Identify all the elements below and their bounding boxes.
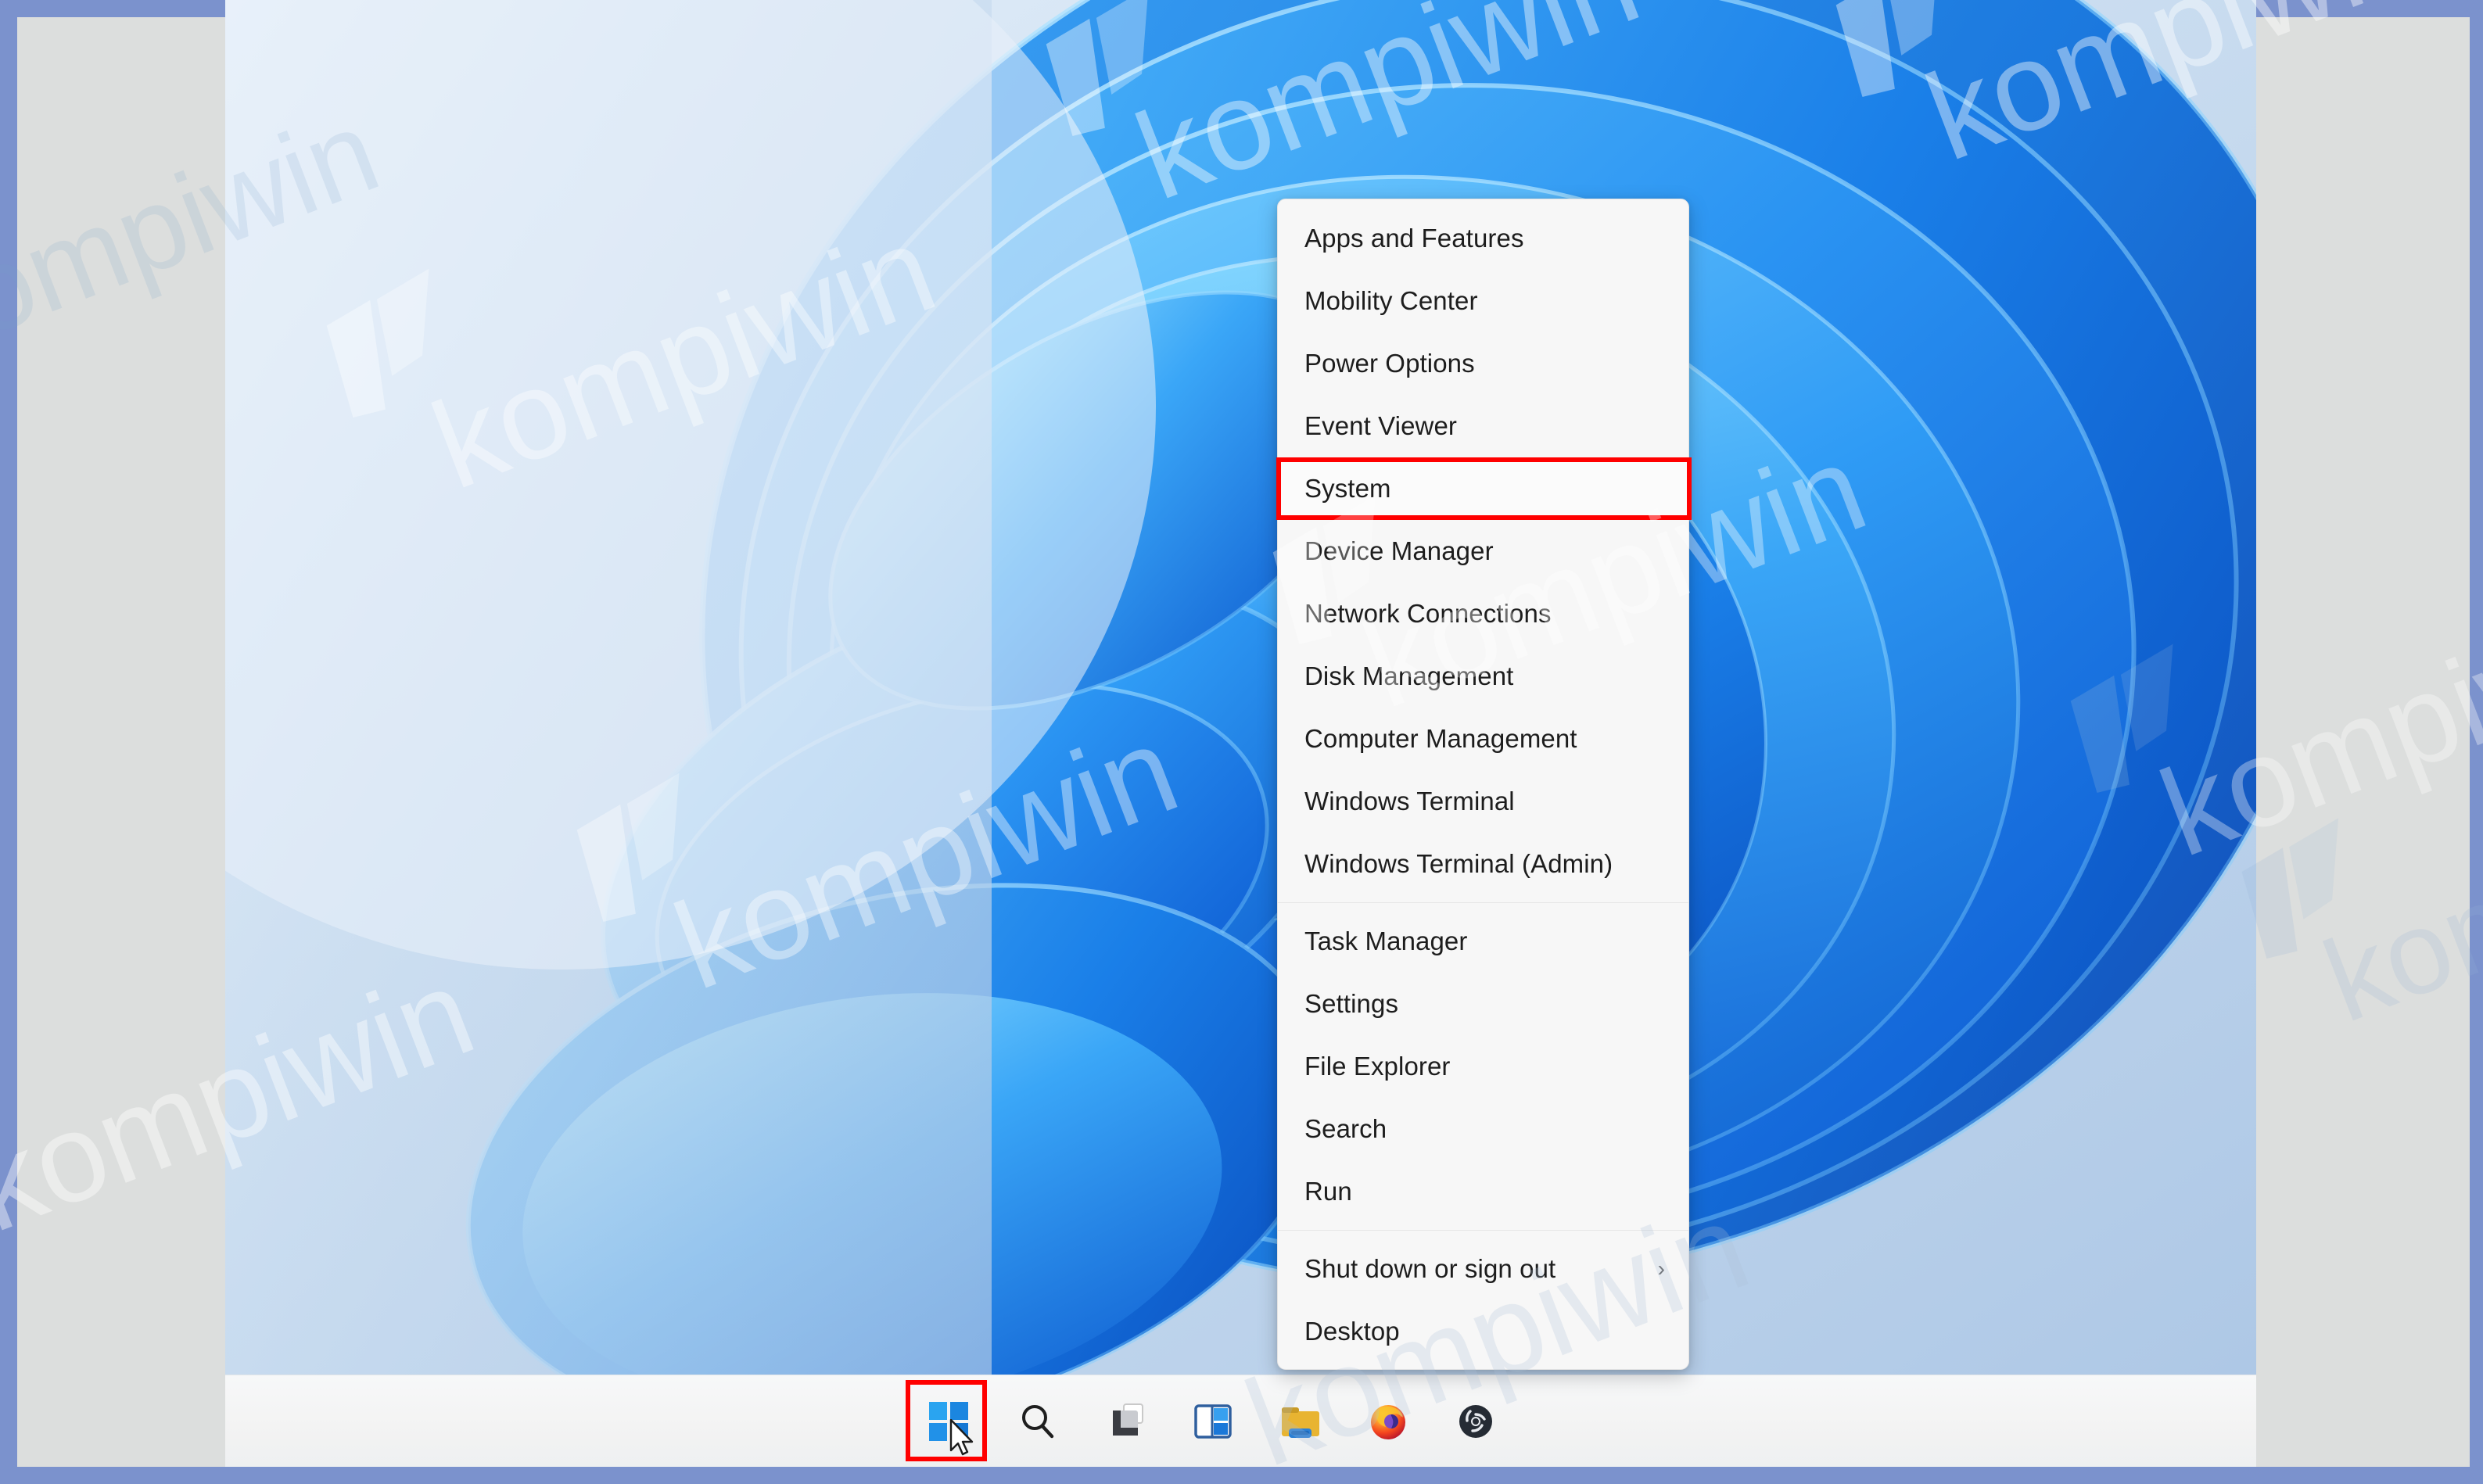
menu-item-label: Task Manager bbox=[1304, 927, 1668, 956]
taskbar bbox=[225, 1375, 2256, 1467]
menu-item-label: System bbox=[1304, 474, 1668, 504]
taskbar-item-search[interactable] bbox=[1006, 1389, 1070, 1454]
desktop-wallpaper bbox=[225, 0, 2256, 1375]
taskbar-item-task-view[interactable] bbox=[1093, 1389, 1157, 1454]
taskbar-item-start[interactable] bbox=[915, 1388, 982, 1455]
menu-item-label: Windows Terminal bbox=[1304, 787, 1668, 816]
menu-item-computer-management[interactable]: Computer Management bbox=[1278, 708, 1688, 770]
menu-separator bbox=[1278, 1230, 1688, 1231]
taskbar-item-widgets[interactable] bbox=[1181, 1389, 1245, 1454]
menu-item-file-explorer[interactable]: File Explorer bbox=[1278, 1035, 1688, 1098]
bloom-wallpaper-art bbox=[225, 0, 2256, 1375]
menu-item-disk-management[interactable]: Disk Management bbox=[1278, 645, 1688, 708]
menu-item-device-manager[interactable]: Device Manager bbox=[1278, 520, 1688, 582]
menu-item-label: Search bbox=[1304, 1114, 1668, 1144]
menu-item-label: Computer Management bbox=[1304, 724, 1668, 754]
menu-item-event-viewer[interactable]: Event Viewer bbox=[1278, 395, 1688, 457]
menu-item-label: Windows Terminal (Admin) bbox=[1304, 849, 1668, 879]
menu-item-label: Device Manager bbox=[1304, 536, 1668, 566]
menu-item-shut-down-or-sign-out[interactable]: Shut down or sign out › bbox=[1278, 1238, 1688, 1300]
menu-item-system[interactable]: System bbox=[1278, 457, 1688, 520]
widgets-icon bbox=[1192, 1400, 1234, 1443]
menu-item-label: Settings bbox=[1304, 989, 1668, 1019]
menu-item-label: Desktop bbox=[1304, 1317, 1668, 1346]
taskbar-icon-group bbox=[915, 1388, 1508, 1455]
menu-item-label: Mobility Center bbox=[1304, 286, 1668, 316]
menu-item-power-options[interactable]: Power Options bbox=[1278, 332, 1688, 395]
menu-item-search[interactable]: Search bbox=[1278, 1098, 1688, 1160]
menu-item-apps-and-features[interactable]: Apps and Features bbox=[1278, 207, 1688, 270]
menu-item-network-connections[interactable]: Network Connections bbox=[1278, 582, 1688, 645]
menu-item-label: Run bbox=[1304, 1177, 1668, 1206]
taskbar-item-file-explorer[interactable] bbox=[1268, 1389, 1333, 1454]
task-view-icon bbox=[1105, 1401, 1146, 1442]
firefox-icon bbox=[1367, 1400, 1409, 1443]
menu-item-label: Power Options bbox=[1304, 349, 1668, 378]
menu-item-run[interactable]: Run bbox=[1278, 1160, 1688, 1223]
menu-item-label: Network Connections bbox=[1304, 599, 1668, 629]
windows-start-icon bbox=[929, 1402, 968, 1441]
menu-item-desktop[interactable]: Desktop bbox=[1278, 1300, 1688, 1363]
menu-separator bbox=[1278, 902, 1688, 903]
menu-item-label: Apps and Features bbox=[1304, 224, 1668, 253]
menu-item-windows-terminal[interactable]: Windows Terminal bbox=[1278, 770, 1688, 833]
menu-item-windows-terminal-admin[interactable]: Windows Terminal (Admin) bbox=[1278, 833, 1688, 895]
menu-item-label: File Explorer bbox=[1304, 1052, 1668, 1081]
menu-bottom-padding bbox=[1278, 1363, 1688, 1369]
outer-frame: Apps and Features Mobility Center Power … bbox=[0, 0, 2483, 1484]
menu-item-mobility-center[interactable]: Mobility Center bbox=[1278, 270, 1688, 332]
desktop-screen: Apps and Features Mobility Center Power … bbox=[225, 0, 2256, 1467]
taskbar-item-firefox[interactable] bbox=[1356, 1389, 1420, 1454]
chevron-right-icon: › bbox=[1658, 1258, 1668, 1280]
menu-item-settings[interactable]: Settings bbox=[1278, 973, 1688, 1035]
menu-item-label: Disk Management bbox=[1304, 661, 1668, 691]
win-x-context-menu[interactable]: Apps and Features Mobility Center Power … bbox=[1277, 199, 1689, 1370]
taskbar-item-obs-studio[interactable] bbox=[1444, 1389, 1508, 1454]
file-explorer-icon bbox=[1279, 1400, 1322, 1443]
menu-item-label: Event Viewer bbox=[1304, 411, 1668, 441]
search-icon bbox=[1017, 1400, 1059, 1443]
menu-item-label: Shut down or sign out bbox=[1304, 1254, 1658, 1284]
menu-item-task-manager[interactable]: Task Manager bbox=[1278, 910, 1688, 973]
obs-studio-icon bbox=[1456, 1402, 1495, 1441]
